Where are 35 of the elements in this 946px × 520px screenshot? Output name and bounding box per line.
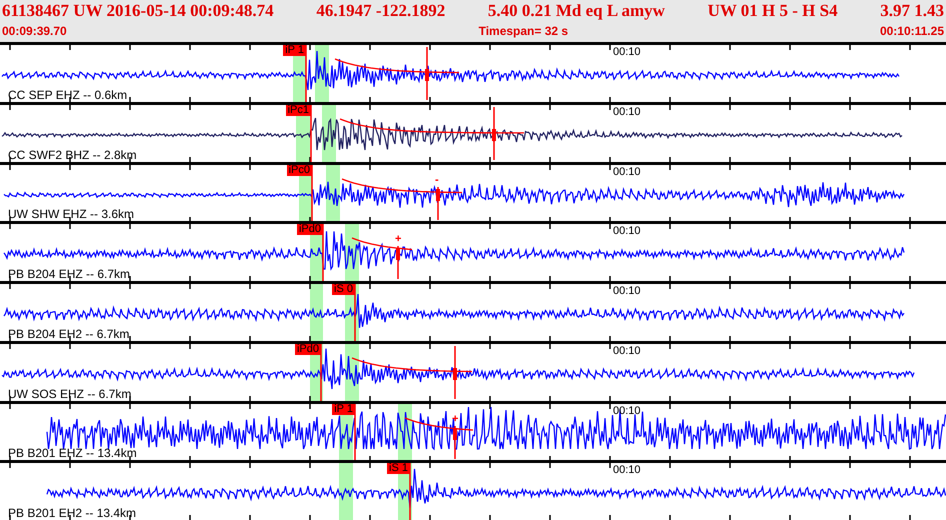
phase-pick-label[interactable]: iPd0 — [294, 344, 321, 355]
station-label: CC SEP EHZ -- 0.6km — [8, 88, 128, 102]
station-label: PB B201 EH2 -- 13.4km — [8, 507, 136, 520]
station-label: PB B204 EHZ -- 6.7km — [8, 268, 130, 281]
phase-pick-label[interactable]: iS 1 — [387, 463, 410, 474]
end-time: 00:10:11.25 — [880, 23, 944, 40]
station-label: PB B204 EH2 -- 6.7km — [8, 328, 130, 341]
event-info: 61138467 UW 2016-05-14 00:09:48.74 — [2, 0, 274, 22]
event-info: 46.1947 -122.1892 — [316, 0, 446, 22]
event-info: 5.40 0.21 Md eq L amyw — [488, 0, 665, 22]
start-time: 00:09:39.70 — [2, 23, 67, 40]
time-mark: 00:10 — [613, 106, 641, 118]
station-label: UW SOS EHZ -- 6.7km — [8, 388, 132, 400]
station-label: PB B201 EHZ -- 13.4km — [8, 447, 137, 460]
phase-pick-label[interactable]: iS 0 — [332, 284, 355, 295]
phase-pick-label[interactable]: iPc1 — [286, 104, 311, 116]
time-mark: 00:10 — [613, 285, 641, 297]
time-mark: 00:10 — [613, 404, 641, 416]
station-label: UW SHW EHZ -- 3.6km — [8, 208, 134, 222]
event-info: 3.97 1.43 — [880, 0, 944, 22]
time-mark: 00:10 — [613, 166, 641, 178]
event-info: UW 01 H 5 - H S4 — [708, 0, 838, 22]
phase-pick-label[interactable]: iPd0 — [296, 224, 323, 236]
time-mark: 00:10 — [613, 225, 641, 238]
polarity-mark: + — [452, 414, 458, 424]
polarity-mark: - — [435, 174, 439, 184]
station-label: CC SWF2 BHZ -- 2.8km — [8, 148, 137, 162]
phase-pick-label[interactable]: iP 1 — [332, 404, 355, 414]
phase-pick-label[interactable]: iPc0 — [286, 164, 312, 176]
polarity-mark: + — [395, 234, 402, 244]
timespan-label: Timespan= 32 s — [478, 23, 568, 40]
time-mark: 00:10 — [613, 46, 641, 58]
time-mark: 00:10 — [613, 464, 641, 476]
time-mark: 00:10 — [613, 344, 641, 357]
phase-pick-label[interactable]: iP 1 — [283, 45, 306, 56]
